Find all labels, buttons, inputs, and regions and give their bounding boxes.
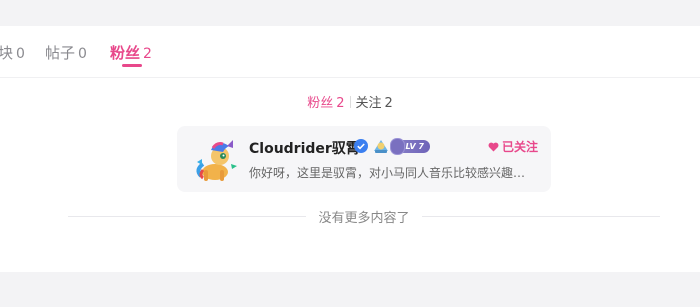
active-tab-indicator [122,64,142,67]
level-badge-icon [390,138,405,155]
tab-count: 0 [78,46,87,62]
subtab-divider [349,96,351,108]
tab-label: 粉丝 [110,44,141,62]
subtab-following[interactable]: 关注 2 [356,92,393,111]
tab-count: 2 [143,46,152,62]
follower-username[interactable]: Cloudrider驭霄 [249,138,360,158]
tab-label: 帖子 [45,44,76,62]
tab-count: 0 [16,46,25,62]
subtab-followers[interactable]: 粉丝 2 [307,92,344,111]
no-more-content-text: 没有更多内容了 [306,211,422,226]
subtab-label: 关注 [355,96,382,111]
level-badge: LV 7 [390,138,430,155]
tab-blocks[interactable]: 块0 [0,42,25,63]
follower-card[interactable]: Cloudrider驭霄 LV 7 已关注 你好呀，这里是驭霄，对小马同人音乐比… [177,126,551,192]
tab-label: 块 [0,44,14,62]
pony-badge-icon [374,140,388,153]
follower-bio: 你好呀，这里是驭霄，对小马同人音乐比较感兴趣，欢迎来找我玩～ [249,166,535,180]
content-card: 块0 帖子 0 粉丝 2 粉丝 2 关注 2 Cloudrider驭霄 LV 7… [0,26,700,272]
subtab-count: 2 [336,96,345,111]
level-text: LV 7 [405,142,424,151]
followed-button[interactable]: 已关注 [488,138,538,155]
follow-subtabs: 粉丝 2 关注 2 [0,92,700,111]
profile-tabs: 块0 帖子 0 粉丝 2 [0,26,700,78]
end-text-wrap: 没有更多内容了 [68,207,660,226]
top-strip [0,0,700,26]
follow-status-label: 已关注 [502,140,539,154]
subtab-label: 粉丝 [307,96,334,111]
avatar[interactable] [193,136,241,184]
list-end-indicator: 没有更多内容了 [68,207,660,226]
tab-posts[interactable]: 帖子 0 [45,42,87,63]
subtab-count: 2 [384,96,393,111]
tab-followers[interactable]: 粉丝 2 [110,42,152,63]
heart-icon [488,142,499,152]
verified-icon [354,139,368,153]
